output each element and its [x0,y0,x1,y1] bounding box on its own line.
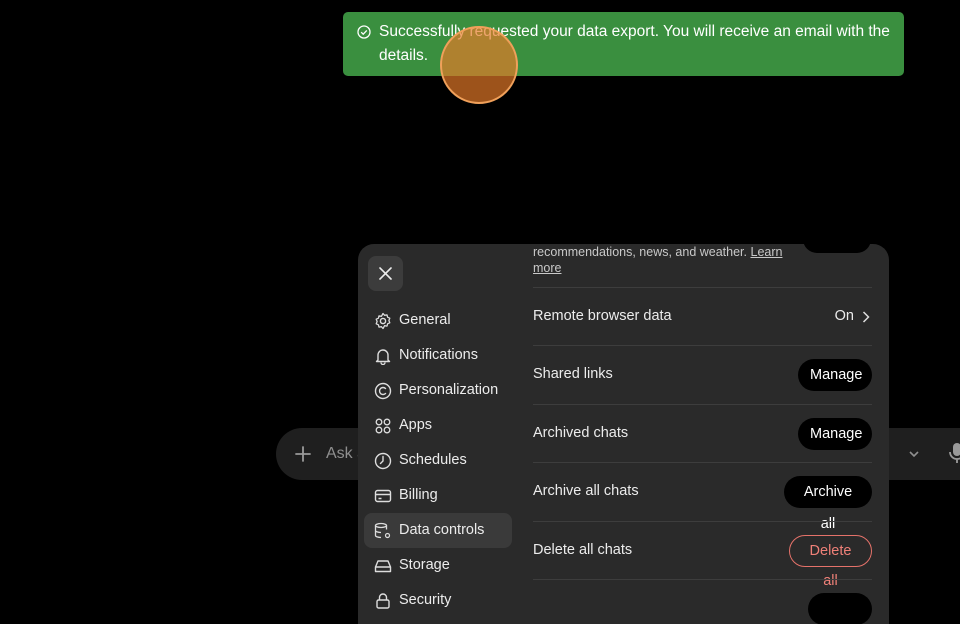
partial-button[interactable] [803,244,871,253]
delete-all-chats-row: Delete all chats Delete all [533,521,872,589]
nav-item-label: Notifications [399,347,478,363]
nav-item-label: Schedules [399,452,467,468]
clock-icon [374,452,392,470]
nav-item-label: Data controls [399,522,485,538]
settings-nav: General Notifications Personalization Ap… [364,303,512,618]
nav-item-security[interactable]: Security [364,583,512,618]
archive-all-button[interactable]: Archive all [784,476,872,532]
close-button[interactable] [368,256,403,291]
manage-shared-links-button[interactable]: Manage [798,359,872,391]
manage-archived-chats-button[interactable]: Manage [798,418,872,450]
nav-item-label: Billing [399,487,438,503]
nav-item-personalization[interactable]: Personalization [364,373,512,408]
shared-links-row: Shared links Manage [533,345,872,403]
next-settings-row [533,579,872,624]
close-icon [379,267,392,280]
remote-browser-status: On [834,308,854,324]
nav-item-data-controls[interactable]: Data controls [364,513,512,548]
settings-dialog: General Notifications Personalization Ap… [358,244,889,624]
bell-icon [375,349,391,365]
nav-item-label: General [399,312,451,328]
nav-item-storage[interactable]: Storage [364,548,512,583]
nav-item-notifications[interactable]: Notifications [364,338,512,373]
data-controls-panel: recommendations, news, and weather. Lear… [533,244,872,624]
archive-all-chats-row: Archive all chats Archive all [533,462,872,532]
nav-item-label: Apps [399,417,433,433]
storage-drive-icon [374,560,392,573]
archived-chats-row: Archived chats Manage [533,404,872,462]
remote-browser-data-row[interactable]: Remote browser data On [533,287,872,345]
microphone-icon[interactable] [948,442,960,464]
plus-icon[interactable] [293,444,313,464]
nav-item-schedules[interactable]: Schedules [364,443,512,478]
database-gear-icon [374,522,391,539]
nav-item-billing[interactable]: Billing [364,478,512,513]
row-label: Archived chats [533,425,629,441]
success-toast: Successfully requested your data export.… [343,12,904,76]
chevron-right-icon [862,311,870,323]
row-label: Archive all chats [533,483,639,499]
personalization-icon [374,382,392,400]
check-circle-icon [357,25,371,39]
delete-all-button[interactable]: Delete all [789,535,872,589]
lock-icon [376,593,390,609]
nav-item-general[interactable]: General [364,303,512,338]
gear-icon [375,312,391,330]
intro-text: recommendations, news, and weather. [533,245,748,259]
nav-item-label: Security [399,592,452,608]
apps-grid-icon [375,418,391,434]
intro-description: recommendations, news, and weather. Lear… [533,244,783,276]
nav-item-label: Storage [399,557,450,573]
chevron-down-icon [909,451,919,458]
nav-item-apps[interactable]: Apps [364,408,512,443]
credit-card-icon [374,489,392,503]
nav-item-label: Personalization [399,382,499,398]
row-label: Remote browser data [533,308,672,324]
partial-row-button[interactable] [808,593,872,624]
click-indicator [440,26,518,104]
row-label: Shared links [533,366,613,382]
row-label: Delete all chats [533,542,633,558]
